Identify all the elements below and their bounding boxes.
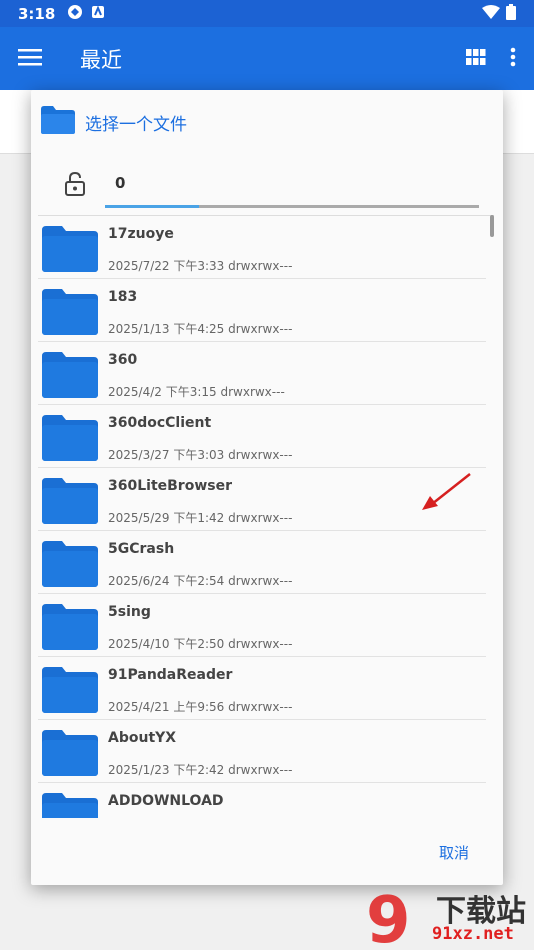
file-name: AboutYX — [108, 730, 177, 746]
dialog-header: 选择一个文件 — [31, 90, 503, 154]
cancel-button[interactable]: 取消 — [439, 842, 469, 863]
file-name: 5GCrash — [108, 541, 175, 557]
app-title: 最近 — [80, 47, 122, 72]
file-row[interactable]: 360 2025/4/2 下午3:15 drwxrwx--- — [38, 342, 486, 405]
file-meta: 2025/5/29 下午1:42 drwxrwx--- — [108, 511, 293, 525]
file-meta: 2025/7/22 下午3:33 drwxrwx--- — [108, 259, 293, 273]
folder-icon — [42, 539, 98, 591]
wifi-icon — [482, 4, 500, 23]
folder-icon — [41, 106, 75, 138]
file-name: 360LiteBrowser — [108, 478, 232, 494]
path-bar-selected — [105, 205, 199, 208]
folder-icon — [42, 476, 98, 528]
more-options-icon[interactable] — [510, 47, 516, 71]
folder-icon — [42, 350, 98, 402]
file-name: ADDOWNLOAD — [108, 793, 224, 809]
file-meta: 2025/4/21 上午9:56 drwxrwx--- — [108, 700, 293, 714]
app-notification-icon — [91, 4, 105, 23]
app-bar: 最近 — [0, 27, 534, 90]
file-row[interactable]: ADDOWNLOAD — [38, 783, 486, 818]
file-name: 17zuoye — [108, 226, 174, 242]
folder-icon — [42, 602, 98, 654]
folder-icon — [42, 791, 98, 818]
watermark-url: 91xz.net — [432, 924, 514, 944]
sync-icon — [67, 4, 83, 24]
file-row[interactable]: 5GCrash 2025/6/24 下午2:54 drwxrwx--- — [38, 531, 486, 594]
dialog-title: 选择一个文件 — [85, 114, 187, 135]
status-time: 3:18 — [18, 4, 56, 23]
file-meta: 2025/4/10 下午2:50 drwxrwx--- — [108, 637, 293, 651]
file-name: 5sing — [108, 604, 151, 620]
file-name: 360 — [108, 352, 138, 368]
file-list[interactable]: 17zuoye 2025/7/22 下午3:33 drwxrwx--- 183 202… — [38, 215, 494, 818]
grid-view-icon[interactable] — [466, 48, 486, 69]
file-meta: 2025/3/27 下午3:03 drwxrwx--- — [108, 448, 293, 462]
svg-text:9: 9 — [366, 884, 411, 950]
file-row[interactable]: AboutYX 2025/1/23 下午2:42 drwxrwx--- — [38, 720, 486, 783]
battery-icon — [506, 3, 516, 24]
file-row[interactable]: 360LiteBrowser 2025/5/29 下午1:42 drwxrwx--… — [38, 468, 486, 531]
file-name: 91PandaReader — [108, 667, 233, 683]
folder-icon — [42, 665, 98, 717]
folder-icon — [42, 728, 98, 780]
file-row[interactable]: 183 2025/1/13 下午4:25 drwxrwx--- — [38, 279, 486, 342]
path-row: 0 — [31, 154, 503, 216]
lock-icon[interactable] — [65, 171, 85, 200]
file-meta: 2025/6/24 下午2:54 drwxrwx--- — [108, 574, 293, 588]
file-meta: 2025/1/13 下午4:25 drwxrwx--- — [108, 322, 293, 336]
folder-icon — [42, 287, 98, 339]
watermark: 9 下载站 91xz.net — [364, 884, 534, 950]
path-segment[interactable]: 0 — [115, 174, 125, 192]
file-row[interactable]: 91PandaReader 2025/4/21 上午9:56 drwxrwx--- — [38, 657, 486, 720]
file-name: 360docClient — [108, 415, 212, 431]
folder-icon — [42, 413, 98, 465]
file-meta: 2025/4/2 下午3:15 drwxrwx--- — [108, 385, 285, 399]
menu-icon[interactable] — [18, 48, 42, 70]
file-row[interactable]: 5sing 2025/4/10 下午2:50 drwxrwx--- — [38, 594, 486, 657]
watermark-logo-icon: 9 — [366, 884, 411, 950]
scrollbar-thumb[interactable] — [490, 215, 494, 237]
file-name: 183 — [108, 289, 138, 305]
folder-icon — [42, 224, 98, 276]
status-bar: 3:18 — [0, 0, 534, 27]
pointer-arrow-icon — [422, 473, 471, 510]
file-meta: 2025/1/23 下午2:42 drwxrwx--- — [108, 763, 293, 777]
file-row[interactable]: 360docClient 2025/3/27 下午3:03 drwxrwx--- — [38, 405, 486, 468]
file-row[interactable]: 17zuoye 2025/7/22 下午3:33 drwxrwx--- — [38, 216, 486, 279]
